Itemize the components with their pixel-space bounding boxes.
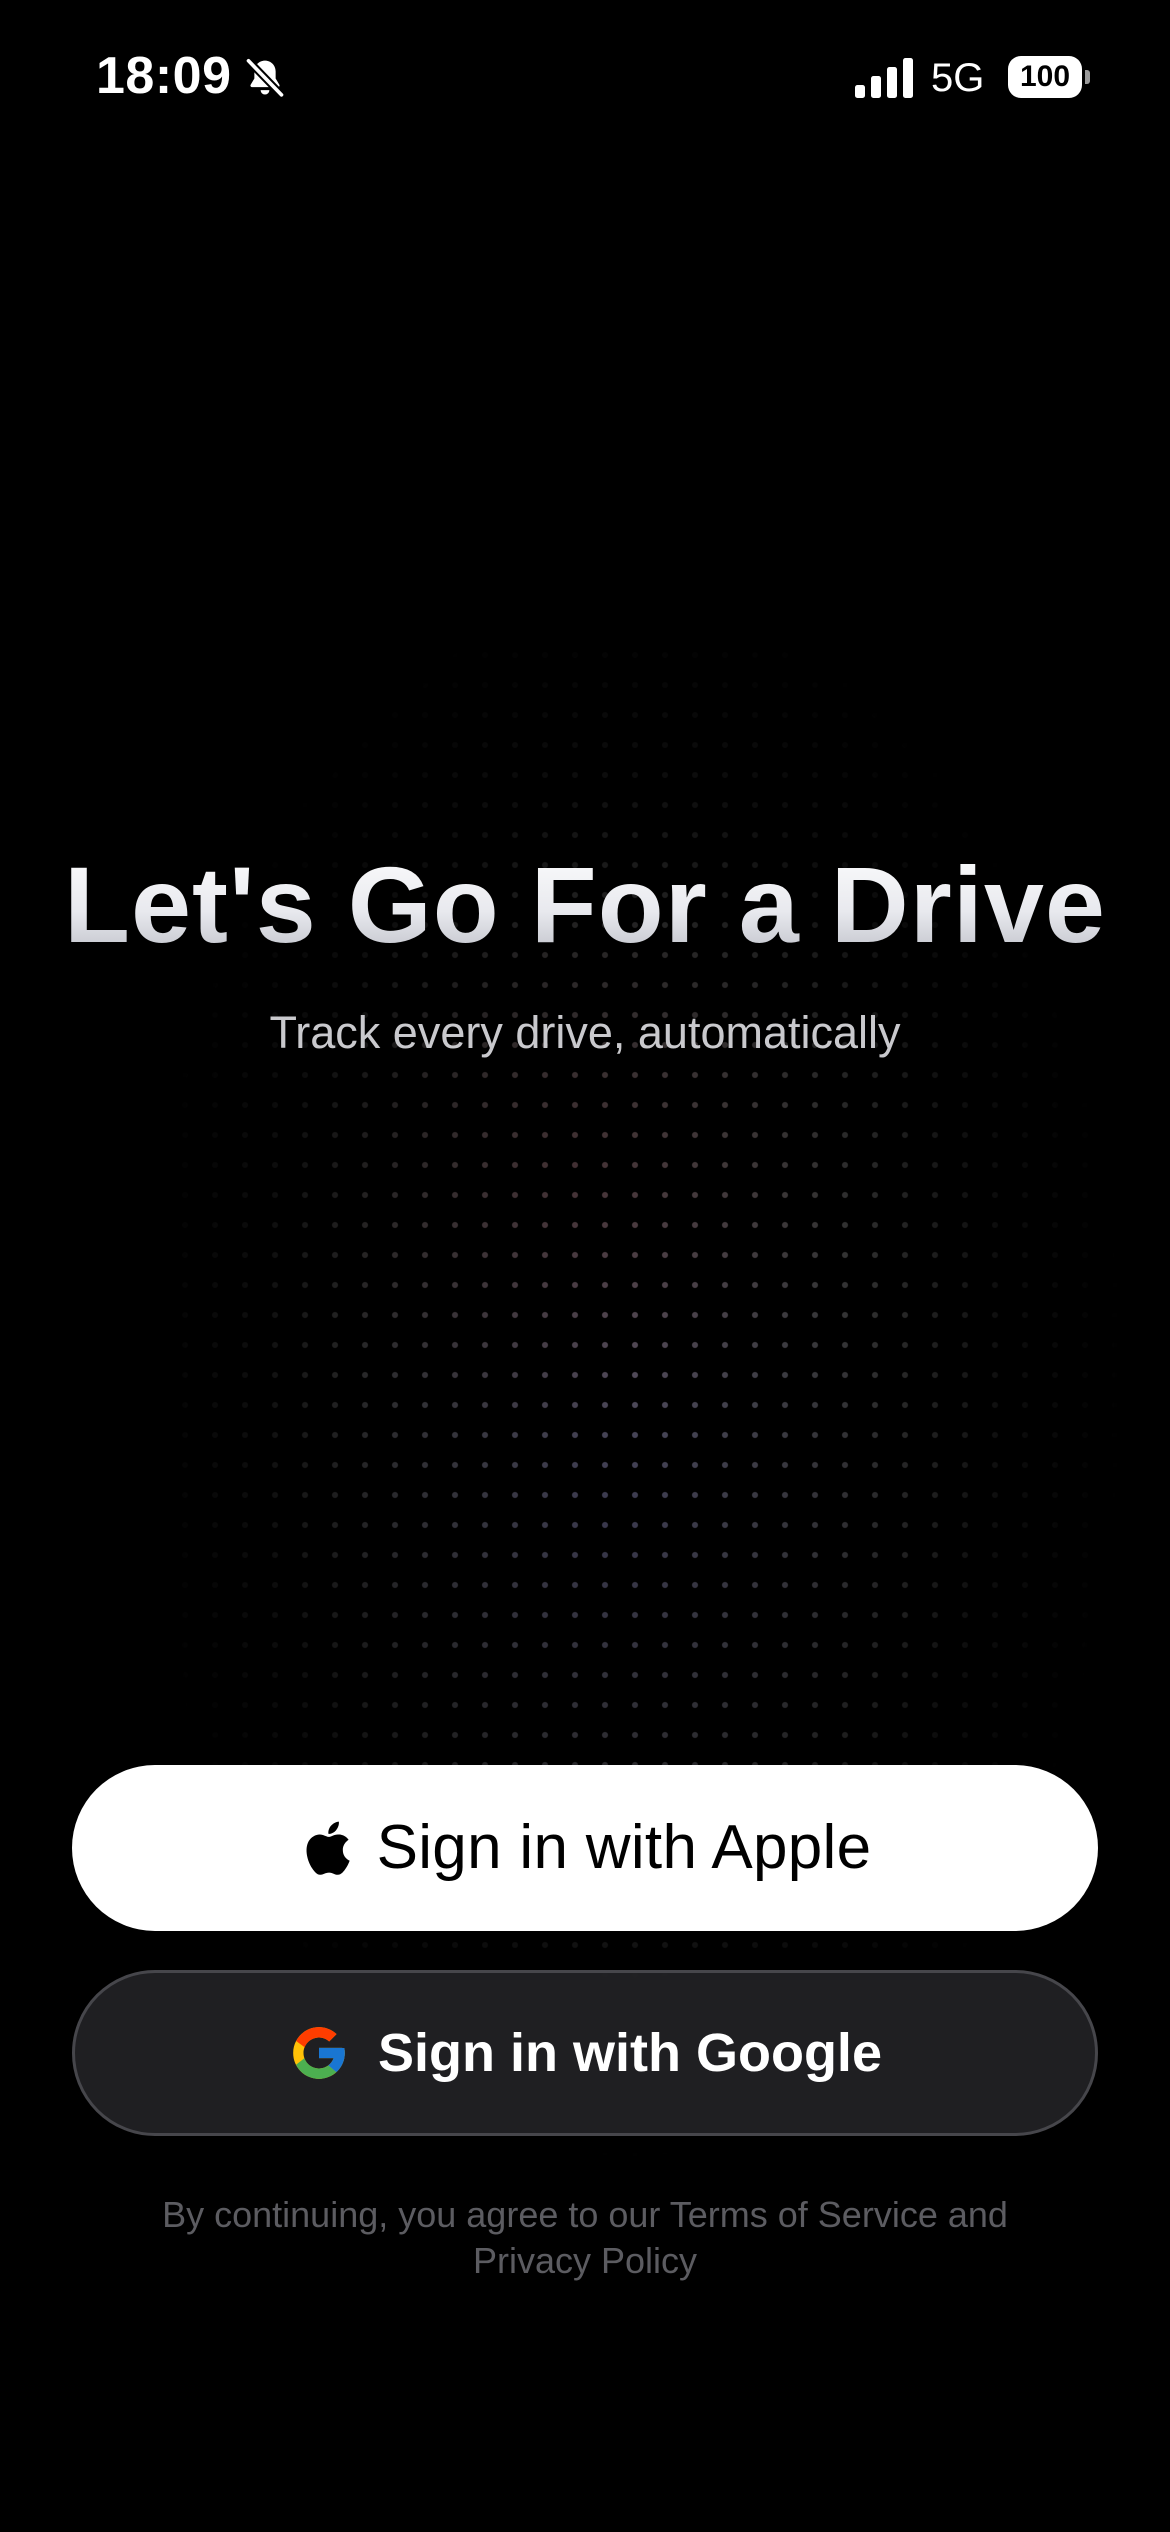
sign-in-apple-button[interactable]: Sign in with Apple [72,1765,1098,1931]
sign-in-google-button[interactable]: Sign in with Google [72,1970,1098,2136]
apple-logo-icon [306,1821,350,1875]
cellular-signal-icon [855,58,913,98]
login-screen: 18:09 5G 100 Let's Go For a Drive Track … [0,0,1170,2532]
hero-subtitle: Track every drive, automatically [269,1007,901,1058]
status-bar: 18:09 5G 100 [0,0,1170,150]
network-type: 5G [931,56,985,100]
sign-in-google-label: Sign in with Google [378,2023,882,2083]
legal-disclaimer: By continuing, you agree to our Terms of… [162,2194,1008,2281]
status-time: 18:09 [96,47,232,105]
hero-title: Let's Go For a Drive [0,840,1170,970]
sign-in-apple-label: Sign in with Apple [376,1813,872,1882]
battery-body: 100 [1008,56,1082,98]
battery-level: 100 [1019,60,1071,93]
battery-icon: 100 [1008,56,1090,98]
bell-slash-icon [244,56,286,99]
battery-cap [1085,70,1090,84]
google-logo-icon [293,2027,345,2079]
